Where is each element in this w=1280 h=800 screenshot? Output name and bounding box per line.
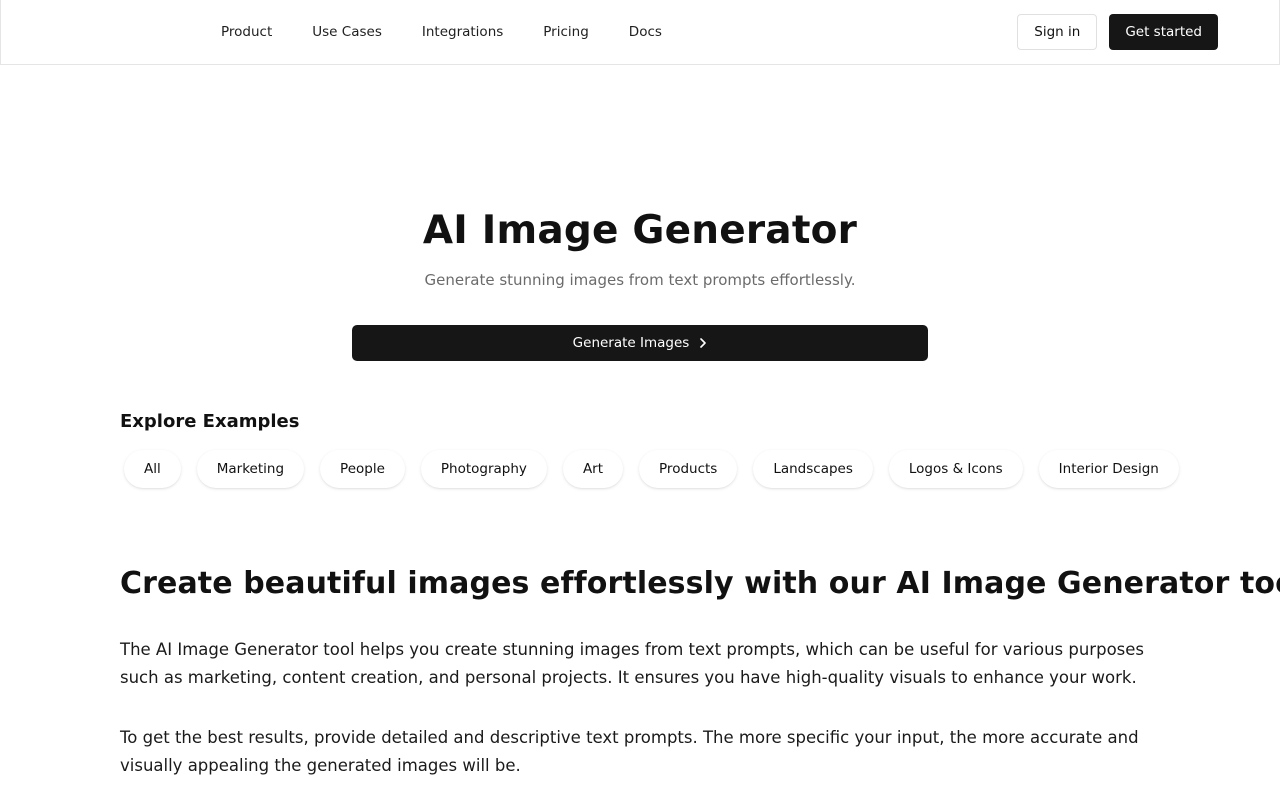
category-chip-people[interactable]: People <box>320 450 405 488</box>
nav-link-pricing[interactable]: Pricing <box>543 24 589 40</box>
content-paragraph: To get the best results, provide detaile… <box>120 728 1139 775</box>
auth-buttons: Sign in Get started <box>1017 14 1218 50</box>
main-nav: Product Use Cases Integrations Pricing D… <box>221 0 662 64</box>
category-chip-products[interactable]: Products <box>639 450 738 488</box>
nav-link-integrations[interactable]: Integrations <box>422 24 503 40</box>
top-navigation-bar: Product Use Cases Integrations Pricing D… <box>0 0 1280 65</box>
page-title: AI Image Generator <box>422 208 858 253</box>
nav-link-docs[interactable]: Docs <box>629 24 662 40</box>
explore-examples-heading: Explore Examples <box>120 411 300 432</box>
category-chip-all[interactable]: All <box>124 450 181 488</box>
chevron-right-icon <box>699 338 707 348</box>
category-chip-marketing[interactable]: Marketing <box>196 450 305 488</box>
generate-images-label: Generate Images <box>572 335 690 351</box>
category-chip-art[interactable]: Art <box>562 450 624 488</box>
generate-images-button[interactable]: Generate Images <box>352 325 928 361</box>
category-chip-interior-design[interactable]: Interior Design <box>1038 450 1179 488</box>
sign-in-button[interactable]: Sign in <box>1017 14 1098 50</box>
category-chip-logos-icons[interactable]: Logos & Icons <box>888 450 1023 488</box>
category-chip-landscapes[interactable]: Landscapes <box>753 450 873 488</box>
nav-link-product[interactable]: Product <box>221 24 272 40</box>
content-paragraph: The AI Image Generator tool helps you cr… <box>120 640 1145 687</box>
get-started-button[interactable]: Get started <box>1109 14 1218 50</box>
nav-link-use-cases[interactable]: Use Cases <box>312 24 382 40</box>
page-subtitle: Generate stunning images from text promp… <box>424 271 856 289</box>
category-chips: All Marketing People Photography Art Pro… <box>124 450 1179 488</box>
category-chip-photography[interactable]: Photography <box>420 450 547 488</box>
content-heading: Create beautiful images effortlessly wit… <box>120 566 1280 601</box>
